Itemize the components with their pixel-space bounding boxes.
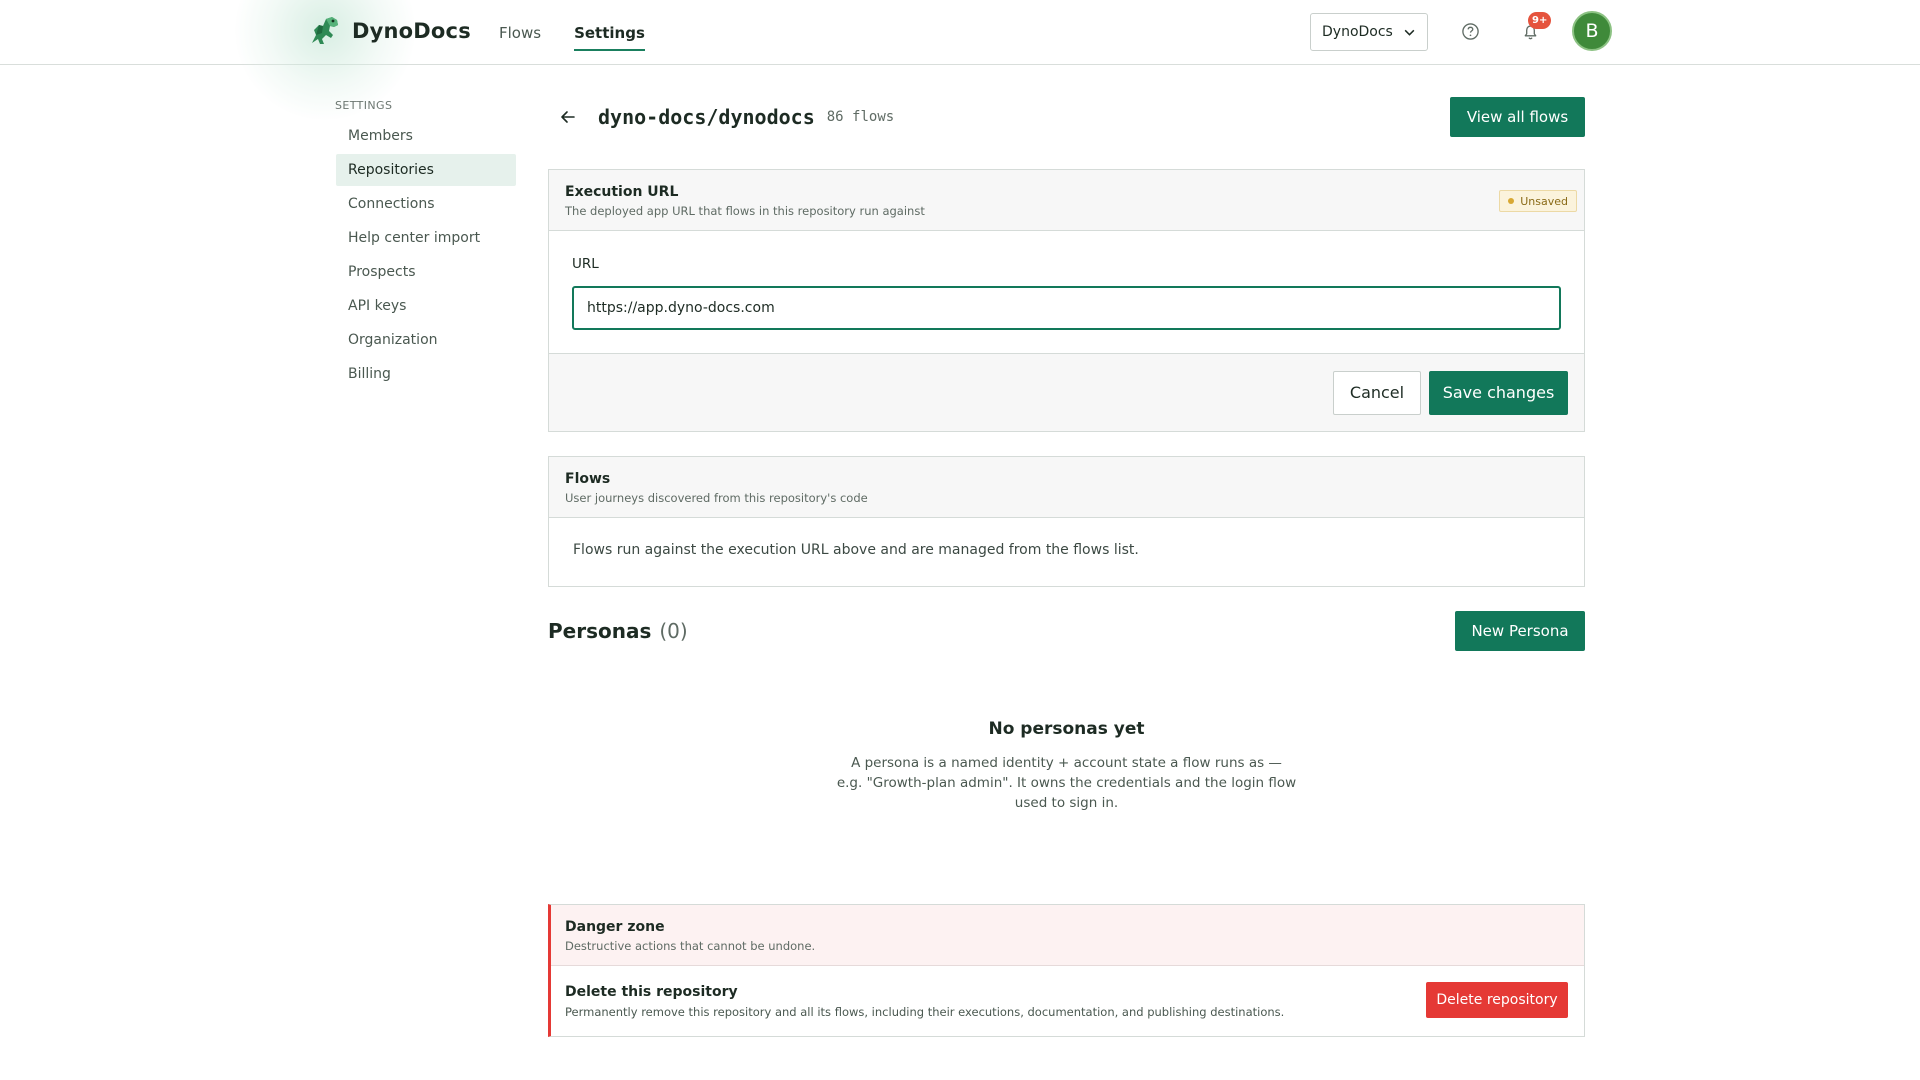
personas-header: Personas (0) New Persona <box>548 611 1585 651</box>
delete-repository-row: Delete this repository Permanently remov… <box>551 966 1584 1036</box>
url-field-label: URL <box>572 256 599 272</box>
new-persona-button[interactable]: New Persona <box>1455 611 1585 651</box>
delete-repository-description: Permanently remove this repository and a… <box>565 1005 1285 1019</box>
save-changes-button[interactable]: Save changes <box>1429 370 1568 415</box>
flows-card-header: Flows User journeys discovered from this… <box>549 457 1584 518</box>
empty-state-title: No personas yet <box>988 719 1145 739</box>
help-button[interactable] <box>1458 19 1482 43</box>
flows-card: Flows User journeys discovered from this… <box>548 456 1585 587</box>
arrow-left-icon <box>561 111 575 123</box>
execution-url-title: Execution URL <box>565 184 679 200</box>
nav-flows[interactable]: Flows <box>499 0 541 65</box>
sidebar-item-help-center-import[interactable]: Help center import <box>336 222 516 254</box>
flows-card-title: Flows <box>565 471 611 487</box>
brand-name: DynoDocs <box>352 19 471 43</box>
main-nav: Flows Settings <box>499 0 645 65</box>
org-selector-label: DynoDocs <box>1322 24 1393 40</box>
execution-url-footer: Cancel Save changes <box>549 354 1584 431</box>
nav-settings[interactable]: Settings <box>574 0 645 65</box>
org-selector[interactable]: DynoDocs <box>1310 13 1428 51</box>
top-bar: DynoDocs Flows Settings DynoDocs 9+ B <box>0 0 1920 120</box>
execution-url-card: Execution URL The deployed app URL that … <box>548 169 1585 432</box>
danger-zone-card: Danger zone Destructive actions that can… <box>548 904 1585 1037</box>
execution-url-subtitle: The deployed app URL that flows in this … <box>565 204 925 218</box>
danger-zone-title: Danger zone <box>565 919 665 935</box>
user-avatar[interactable]: B <box>1572 11 1612 51</box>
url-input[interactable] <box>572 286 1561 330</box>
flows-card-body: Flows run against the execution URL abov… <box>573 542 1139 558</box>
sidebar-item-members[interactable]: Members <box>336 120 516 152</box>
unsaved-label: Unsaved <box>1520 194 1568 208</box>
empty-state-text: A persona is a named identity + account … <box>836 755 1297 811</box>
personas-title: Personas <box>548 619 652 643</box>
sidebar-item-repositories[interactable]: Repositories <box>336 154 516 186</box>
danger-zone-header: Danger zone Destructive actions that can… <box>551 905 1584 966</box>
chevron-down-icon <box>1404 29 1415 36</box>
help-circle-icon <box>1461 22 1479 40</box>
repo-header: dyno-docs/dynodocs 86 flows View all flo… <box>548 97 1585 137</box>
personas-count: (0) <box>659 619 688 643</box>
sidebar-item-prospects[interactable]: Prospects <box>336 256 516 288</box>
unsaved-badge: Unsaved <box>1499 190 1577 212</box>
sidebar-item-connections[interactable]: Connections <box>336 188 516 220</box>
sidebar-item-billing[interactable]: Billing <box>336 358 516 390</box>
execution-url-header: Execution URL The deployed app URL that … <box>549 170 1584 231</box>
unsaved-dot-icon <box>1508 198 1515 204</box>
cancel-button[interactable]: Cancel <box>1333 370 1421 415</box>
execution-url-body: URL <box>549 231 1584 354</box>
brand[interactable]: DynoDocs <box>306 12 471 50</box>
flows-card-subtitle: User journeys discovered from this repos… <box>565 491 868 505</box>
delete-repository-title: Delete this repository <box>565 984 738 1000</box>
sidebar-heading: SETTINGS <box>335 99 393 112</box>
back-button[interactable] <box>556 105 580 129</box>
view-all-flows-button[interactable]: View all flows <box>1450 97 1585 137</box>
personas-empty-state: No personas yet A persona is a named ide… <box>548 719 1585 813</box>
danger-zone-subtitle: Destructive actions that cannot be undon… <box>565 939 816 953</box>
dino-logo-icon <box>312 17 338 44</box>
sidebar-item-api-keys[interactable]: API keys <box>336 290 516 322</box>
sidebar: Members Repositories Connections Help ce… <box>336 120 516 392</box>
notification-badge: 9+ <box>1528 12 1552 29</box>
main-content: dyno-docs/dynodocs 86 flows View all flo… <box>548 97 1585 1037</box>
flow-count: 86 flows <box>826 109 895 125</box>
delete-repository-button[interactable]: Delete repository <box>1426 982 1568 1018</box>
sidebar-item-organization[interactable]: Organization <box>336 324 516 356</box>
repo-title: dyno-docs/dynodocs <box>598 105 815 129</box>
